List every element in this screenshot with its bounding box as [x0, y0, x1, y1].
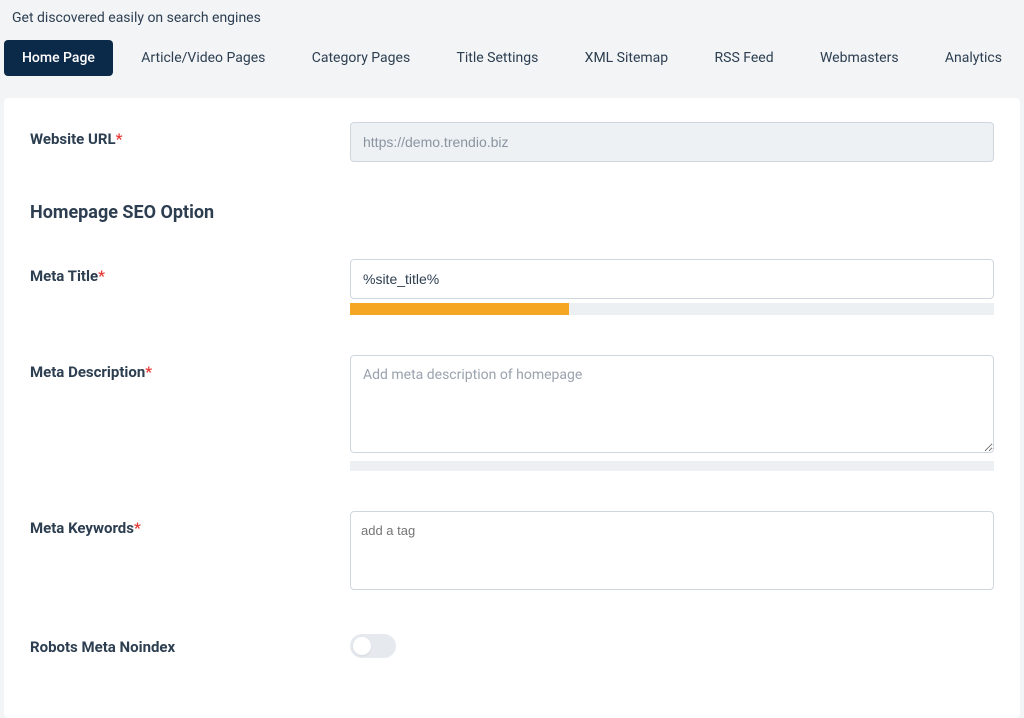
meta-title-progress-fill: [350, 303, 569, 315]
meta-keywords-box[interactable]: [350, 511, 994, 590]
meta-description-progress: [350, 461, 994, 471]
required-mark: *: [145, 363, 152, 381]
tab-webmasters[interactable]: Webmasters: [802, 40, 917, 76]
meta-title-label-text: Meta Title: [30, 267, 98, 285]
tab-analytics[interactable]: Analytics: [927, 40, 1020, 76]
section-heading: Homepage SEO Option: [30, 202, 994, 223]
meta-description-label: Meta Description*: [30, 355, 350, 381]
tab-category-pages[interactable]: Category Pages: [294, 40, 428, 76]
home-page-panel: Website URL* Homepage SEO Option Meta Ti…: [4, 98, 1020, 718]
meta-keywords-label: Meta Keywords*: [30, 511, 350, 537]
website-url-label: Website URL*: [30, 122, 350, 148]
robots-noindex-toggle[interactable]: [350, 634, 396, 658]
tab-title-settings[interactable]: Title Settings: [439, 40, 557, 76]
meta-keywords-input[interactable]: [361, 523, 983, 538]
robots-noindex-label: Robots Meta Noindex: [30, 630, 350, 656]
page-subtitle: Get discovered easily on search engines: [0, 0, 1024, 40]
tabs: Home Page Article/Video Pages Category P…: [0, 40, 1024, 86]
meta-keywords-label-text: Meta Keywords: [30, 519, 134, 537]
tab-article-video-pages[interactable]: Article/Video Pages: [123, 40, 283, 76]
required-mark: *: [116, 130, 123, 148]
website-url-label-text: Website URL: [30, 130, 116, 148]
meta-title-label: Meta Title*: [30, 259, 350, 285]
tab-home-page[interactable]: Home Page: [4, 40, 113, 76]
required-mark: *: [134, 519, 141, 537]
meta-description-label-text: Meta Description: [30, 363, 145, 381]
toggle-knob: [353, 637, 371, 655]
meta-title-input[interactable]: [350, 259, 994, 299]
meta-title-progress: [350, 303, 994, 315]
tab-xml-sitemap[interactable]: XML Sitemap: [567, 40, 687, 76]
website-url-input: [350, 122, 994, 162]
required-mark: *: [98, 267, 105, 285]
meta-description-input[interactable]: [350, 355, 994, 453]
tab-rss-feed[interactable]: RSS Feed: [697, 40, 792, 76]
